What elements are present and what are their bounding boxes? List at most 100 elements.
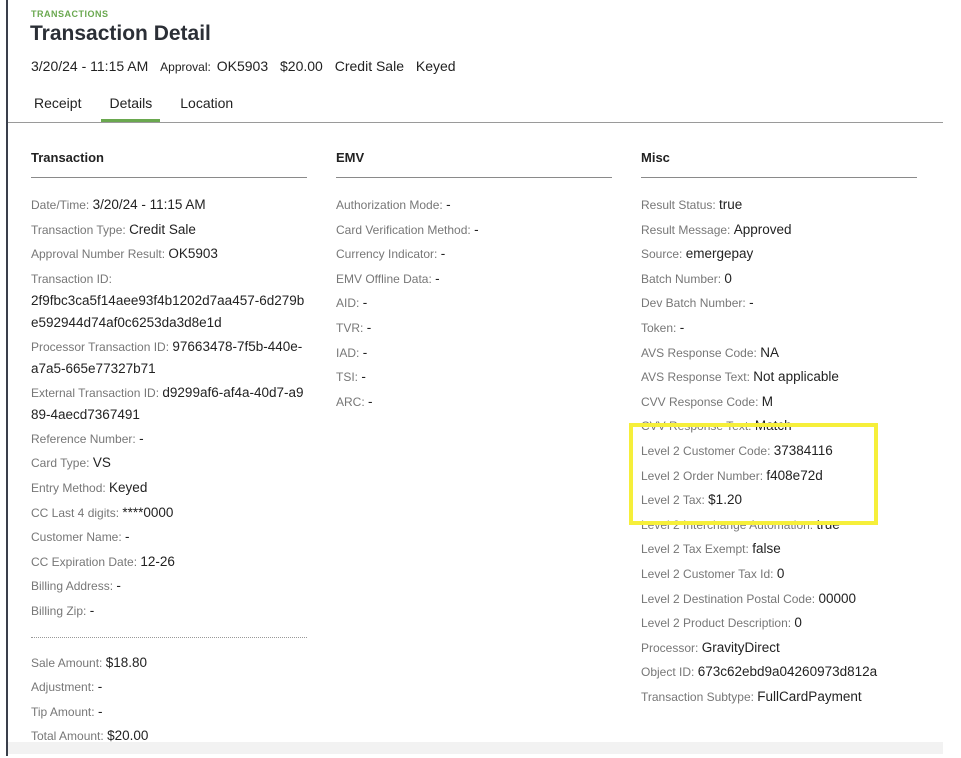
- field-value: 673c62ebd9a04260973d812a: [697, 664, 878, 680]
- field-row: Transaction ID: 2f9fbc3ca5f14aee93f4b1202…: [31, 267, 307, 335]
- field-label: Dev Batch Number:: [641, 296, 746, 311]
- field-value: 00000: [818, 590, 856, 606]
- field-label: Tip Amount:: [31, 704, 95, 719]
- field-label: Billing Address:: [31, 579, 114, 594]
- field-label: Batch Number:: [641, 271, 722, 286]
- field-label: Card Type:: [31, 456, 90, 471]
- field-value: -: [368, 393, 373, 409]
- tab-bar: Receipt Details Location: [26, 92, 253, 123]
- misc-heading: Misc: [641, 150, 917, 178]
- field-value: OK5903: [168, 246, 218, 262]
- field-row: Approval Number Result: OK5903: [31, 242, 307, 267]
- field-value: Keyed: [109, 479, 148, 495]
- field-row: EMV Offline Data: -: [336, 267, 612, 292]
- field-row: Source: emergepay: [641, 242, 917, 267]
- field-value: 0: [776, 565, 785, 581]
- field-row: CC Last 4 digits: ****0000: [31, 501, 307, 526]
- field-value: 12-26: [140, 553, 175, 569]
- amount-row: Tip Amount: -: [31, 700, 307, 725]
- field-label: Date/Time:: [31, 198, 90, 212]
- field-value: -: [366, 319, 372, 335]
- field-value: 3/20/24 - 11:15 AM: [92, 197, 206, 212]
- field-label: Result Message:: [641, 222, 731, 237]
- field-row: Date/Time: 3/20/24 - 11:15 AM: [31, 193, 307, 218]
- field-row: TSI: -: [336, 365, 612, 390]
- field-label: CC Last 4 digits:: [31, 505, 120, 520]
- field-row: Currency Indicator: -: [336, 242, 612, 267]
- field-value: 2f9fbc3ca5f14aee93f4b1202d7aa457-6d279be…: [31, 292, 305, 330]
- field-row: Level 2 Destination Postal Code: 00000: [641, 587, 917, 612]
- summary-datetime: 3/20/24 - 11:15 AM: [31, 58, 149, 74]
- emv-column: EMV Authorization Mode: - Card Verificat…: [336, 150, 612, 414]
- field-label: AVS Response Code:: [641, 345, 757, 360]
- breadcrumb[interactable]: TRANSACTIONS: [31, 9, 109, 19]
- field-label: IAD:: [336, 345, 360, 360]
- field-value: true: [719, 197, 743, 212]
- field-row: AVS Response Text: Not applicable: [641, 365, 917, 390]
- field-label: Token:: [641, 320, 677, 335]
- field-row: CC Expiration Date: 12-26: [31, 550, 307, 575]
- tab-location[interactable]: Location: [172, 92, 241, 123]
- page-title: Transaction Detail: [30, 22, 211, 45]
- field-value: Approved: [733, 221, 792, 237]
- field-value: M: [761, 393, 773, 409]
- field-label: CC Expiration Date:: [31, 554, 138, 569]
- field-label: Approval Number Result:: [31, 247, 166, 262]
- field-label: Entry Method:: [31, 480, 106, 495]
- transaction-heading: Transaction: [31, 150, 307, 178]
- field-row: Dev Batch Number: -: [641, 291, 917, 316]
- field-row: Authorization Mode: -: [336, 193, 612, 218]
- field-label: Authorization Mode:: [336, 198, 443, 212]
- field-value: -: [97, 679, 103, 695]
- field-value: -: [362, 344, 368, 360]
- field-value: -: [440, 246, 446, 262]
- field-row: Batch Number: 0: [641, 267, 917, 292]
- field-value: -: [125, 529, 130, 545]
- field-label: Source:: [641, 247, 683, 262]
- field-value: -: [89, 602, 95, 618]
- field-value: false: [752, 541, 781, 557]
- tab-receipt[interactable]: Receipt: [26, 92, 89, 123]
- field-row: Result Message: Approved: [641, 218, 917, 243]
- field-label: Currency Indicator:: [336, 247, 438, 262]
- field-label: Customer Name:: [31, 530, 122, 545]
- field-value: -: [435, 270, 440, 286]
- field-label: AID:: [336, 296, 360, 311]
- field-row: CVV Response Code: M: [641, 390, 917, 415]
- field-label: Level 2 Destination Postal Code:: [641, 591, 816, 606]
- field-label: External Transaction ID:: [31, 385, 160, 400]
- field-value: -: [97, 703, 103, 719]
- field-label: Reference Number:: [31, 431, 136, 446]
- field-value: GravityDirect: [701, 639, 780, 655]
- emv-fields: Authorization Mode: - Card Verification …: [336, 193, 612, 414]
- field-label: TSI:: [336, 370, 359, 385]
- field-value: Not applicable: [753, 369, 839, 385]
- summary-type: Credit Sale: [334, 58, 404, 74]
- field-row: Reference Number: -: [31, 427, 307, 452]
- field-row: Level 2 Product Description: 0: [641, 611, 917, 636]
- field-label: Object ID:: [641, 665, 695, 680]
- field-row: Level 2 Customer Tax Id: 0: [641, 562, 917, 587]
- summary-amount: $20.00: [280, 58, 323, 74]
- amount-row: Sale Amount: $18.80: [31, 651, 307, 676]
- field-value: -: [446, 197, 451, 212]
- field-label: Adjustment:: [31, 680, 95, 695]
- field-label: Card Verification Method:: [336, 222, 471, 237]
- field-label: Transaction ID:: [31, 271, 112, 286]
- field-label: Level 2 Product Description:: [641, 616, 792, 631]
- field-row: Card Type: VS: [31, 451, 307, 476]
- transaction-summary: 3/20/24 - 11:15 AM Approval: OK5903 $20.…: [31, 58, 464, 74]
- field-label: CVV Response Code:: [641, 394, 759, 409]
- field-label: Processor Transaction ID:: [31, 339, 170, 354]
- field-value: 0: [794, 615, 802, 631]
- tab-details[interactable]: Details: [101, 92, 161, 123]
- field-row: AID: -: [336, 291, 612, 316]
- field-label: EMV Offline Data:: [336, 271, 432, 286]
- field-label: Result Status:: [641, 198, 716, 212]
- field-row: AVS Response Code: NA: [641, 341, 917, 366]
- amount-row: Adjustment: -: [31, 675, 307, 700]
- field-row: Token: -: [641, 316, 917, 341]
- field-value: emergepay: [685, 246, 754, 262]
- field-row: Object ID: 673c62ebd9a04260973d812a: [641, 660, 917, 685]
- summary-approval-label: Approval:: [160, 60, 211, 74]
